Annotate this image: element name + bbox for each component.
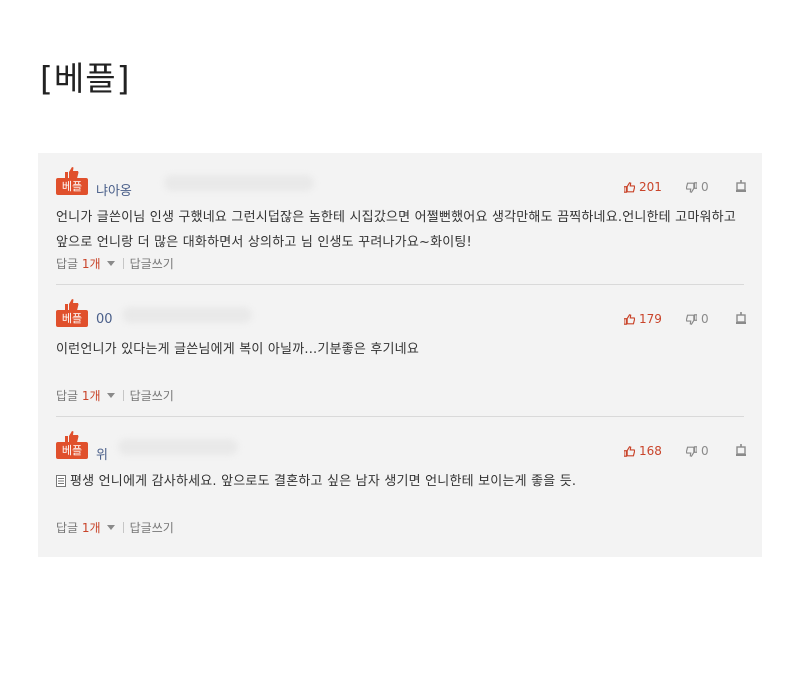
- document-icon: [56, 475, 66, 487]
- comment-footer: 답글 1개 답글쓰기: [56, 519, 174, 536]
- divider: [122, 390, 124, 401]
- reply-toggle[interactable]: 답글 1개: [56, 255, 101, 272]
- best-badge-label: 베플: [56, 442, 88, 459]
- report-icon[interactable]: [736, 180, 746, 192]
- caret-down-icon[interactable]: [106, 525, 115, 530]
- write-reply-link[interactable]: 답글쓰기: [130, 387, 174, 404]
- like-button[interactable]: 201: [624, 180, 662, 194]
- blurred-author-info: [164, 175, 314, 191]
- divider: [122, 522, 124, 533]
- reply-count: 1개: [81, 389, 101, 403]
- blurred-author-info: [122, 307, 252, 323]
- report-icon[interactable]: [736, 444, 746, 456]
- best-comments-panel: 베플 냐아옹 201 0 언니가 글쓴이님 인생 구했네요 그런시덥잖은 놈한테…: [38, 153, 762, 557]
- comment-footer: 답글 1개 답글쓰기: [56, 255, 174, 272]
- divider: [122, 258, 124, 269]
- like-button[interactable]: 168: [624, 444, 662, 458]
- page-title: [베플]: [40, 59, 131, 98]
- comment-text: 이런언니가 있다는게 글쓴님에게 복이 아닐까...기분좋은 후기네요: [56, 342, 419, 357]
- like-button[interactable]: 179: [624, 312, 662, 326]
- caret-down-icon[interactable]: [106, 393, 115, 398]
- reply-label: 답글: [56, 521, 79, 535]
- reply-count: 1개: [81, 257, 101, 271]
- blurred-author-info: [118, 439, 238, 455]
- reply-count: 1개: [81, 521, 101, 535]
- dislike-button[interactable]: 0: [686, 444, 709, 458]
- dislike-count: 0: [701, 180, 709, 194]
- comment-text: 평생 언니에게 감사하세요. 앞으로도 결혼하고 싶은 남자 생기면 언니한테 …: [70, 474, 577, 489]
- best-badge: 베플: [56, 431, 88, 459]
- thumbs-down-icon: [686, 445, 697, 457]
- comment-nickname[interactable]: 위: [96, 444, 108, 463]
- comment-item: 베플 00 179 0 이런언니가 있다는게 글쓴님에게 복이 아닐까...기분…: [56, 285, 746, 417]
- like-count: 179: [639, 312, 662, 326]
- comment-item: 베플 위 168 0 평생 언니에게 감사하세요. 앞으로도 결혼하고 싶은 남…: [56, 417, 746, 548]
- report-icon[interactable]: [736, 312, 746, 324]
- reply-label: 답글: [56, 257, 79, 271]
- best-badge: 베플: [56, 167, 88, 195]
- comment-footer: 답글 1개 답글쓰기: [56, 387, 174, 404]
- like-count: 201: [639, 180, 662, 194]
- best-badge-label: 베플: [56, 178, 88, 195]
- comment-nickname[interactable]: 00: [96, 312, 113, 327]
- caret-down-icon[interactable]: [106, 261, 115, 266]
- reply-toggle[interactable]: 답글 1개: [56, 387, 101, 404]
- like-count: 168: [639, 444, 662, 458]
- thumbs-down-icon: [686, 181, 697, 193]
- dislike-button[interactable]: 0: [686, 312, 709, 326]
- reply-label: 답글: [56, 389, 79, 403]
- thumbs-up-icon: [624, 181, 635, 193]
- dislike-count: 0: [701, 444, 709, 458]
- thumbs-up-icon: [624, 313, 635, 325]
- reply-toggle[interactable]: 답글 1개: [56, 519, 101, 536]
- dislike-count: 0: [701, 312, 709, 326]
- best-badge: 베플: [56, 299, 88, 327]
- write-reply-link[interactable]: 답글쓰기: [130, 255, 174, 272]
- dislike-button[interactable]: 0: [686, 180, 709, 194]
- thumbs-up-icon: [624, 445, 635, 457]
- comment-text: 언니가 글쓴이님 인생 구했네요 그런시덥잖은 놈한테 시집갔으면 어쩔뻔했어요…: [56, 210, 736, 250]
- thumbs-down-icon: [686, 313, 697, 325]
- best-badge-label: 베플: [56, 310, 88, 327]
- comment-nickname[interactable]: 냐아옹: [96, 180, 132, 199]
- comment-text-wrap: 평생 언니에게 감사하세요. 앞으로도 결혼하고 싶은 남자 생기면 언니한테 …: [56, 469, 746, 494]
- comment-item: 베플 냐아옹 201 0 언니가 글쓴이님 인생 구했네요 그런시덥잖은 놈한테…: [56, 153, 746, 285]
- write-reply-link[interactable]: 답글쓰기: [130, 519, 174, 536]
